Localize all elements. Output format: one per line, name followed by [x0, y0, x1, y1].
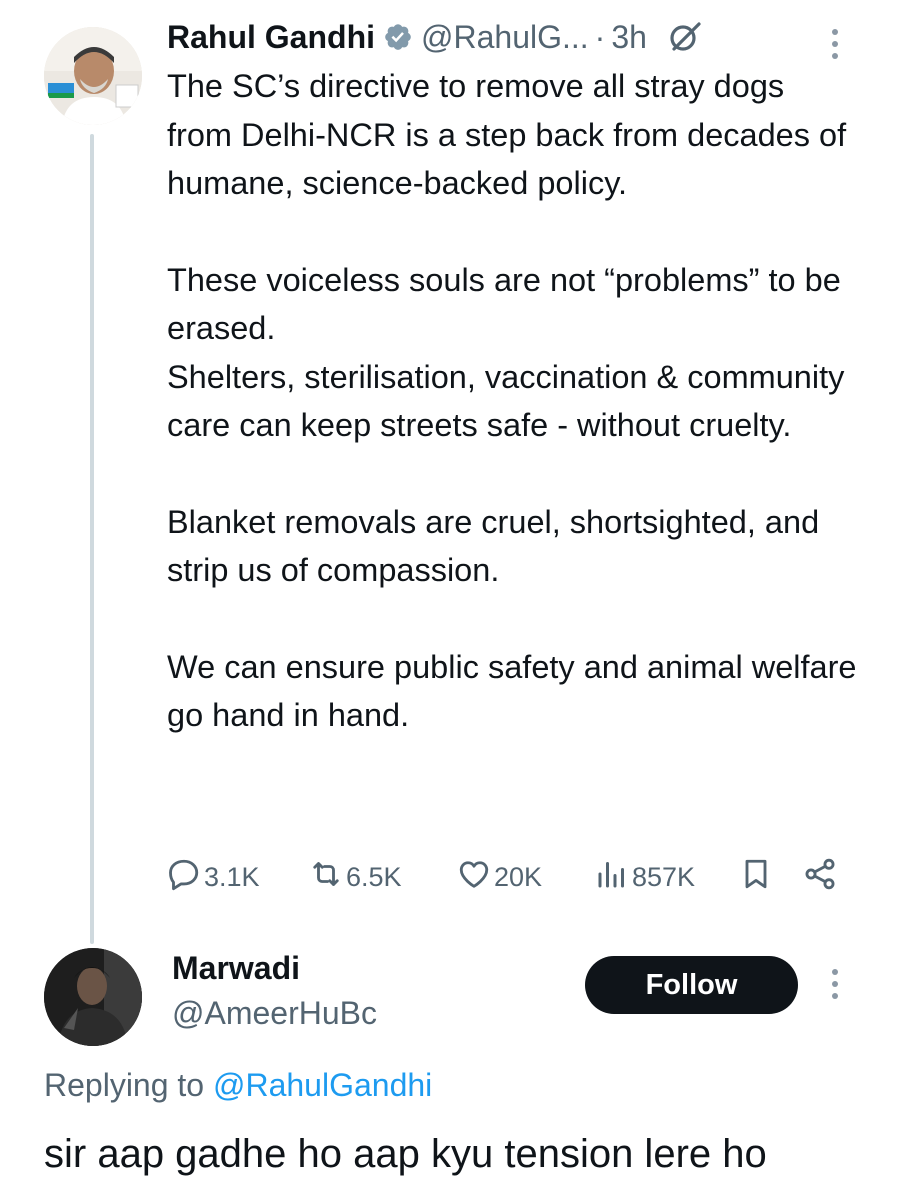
more-vertical-icon[interactable]: [826, 966, 844, 1002]
reply-author-handle[interactable]: @AmeerHuBc: [172, 995, 377, 1032]
reply-author-avatar[interactable]: [44, 948, 142, 1046]
tweet-paragraph: We can ensure public safety and animal w…: [167, 648, 857, 734]
like-count: 20K: [494, 862, 543, 892]
views-count: 857K: [632, 862, 696, 892]
tweet-paragraph: Blanket removals are cruel, shortsighted…: [167, 503, 820, 589]
verified-badge-icon: [383, 22, 413, 52]
reply-button[interactable]: 3.1K: [164, 856, 260, 899]
author-handle[interactable]: @RahulG...: [421, 19, 589, 56]
like-icon: [456, 856, 492, 899]
share-icon: [802, 856, 838, 899]
tweet-paragraph: These voiceless souls are not “problems”…: [167, 261, 841, 347]
bookmark-button[interactable]: [736, 856, 774, 899]
reply-text: sir aap gadhe ho aap kyu tension lere ho: [44, 1132, 767, 1176]
like-button[interactable]: 20K: [454, 856, 542, 899]
tweet-time[interactable]: 3h: [611, 19, 647, 56]
repost-count: 6.5K: [346, 862, 402, 892]
replying-to-link[interactable]: @RahulGandhi: [213, 1067, 432, 1103]
more-vertical-icon[interactable]: [826, 26, 844, 62]
repost-icon: [308, 856, 344, 899]
share-button[interactable]: [800, 856, 838, 899]
tweet-actions: 3.1K 6.5K 20K 857K: [164, 850, 854, 898]
replying-prefix: Replying to: [44, 1067, 213, 1103]
repost-button[interactable]: 6.5K: [306, 856, 402, 899]
author-avatar[interactable]: [44, 27, 142, 125]
reply-author-name[interactable]: Marwadi: [172, 950, 300, 987]
views-button[interactable]: 857K: [592, 856, 695, 899]
replying-to: Replying to @RahulGandhi: [44, 1067, 432, 1104]
views-icon: [594, 856, 630, 899]
thread-line: [90, 134, 94, 944]
bookmark-icon: [738, 856, 774, 899]
author-name[interactable]: Rahul Gandhi: [167, 19, 375, 56]
tweet-header: Rahul Gandhi @RahulG... · 3h: [167, 14, 703, 60]
tweet-paragraph: The SC’s directive to remove all stray d…: [167, 68, 847, 201]
follow-button[interactable]: Follow: [585, 956, 798, 1014]
tweet-text: The SC’s directive to remove all stray d…: [167, 62, 857, 740]
reply-count: 3.1K: [204, 862, 260, 892]
grok-icon[interactable]: [667, 19, 703, 55]
tweet-paragraph: Shelters, sterilisation, vaccination & c…: [167, 358, 845, 444]
separator: ·: [594, 18, 606, 55]
reply-icon: [166, 856, 202, 899]
